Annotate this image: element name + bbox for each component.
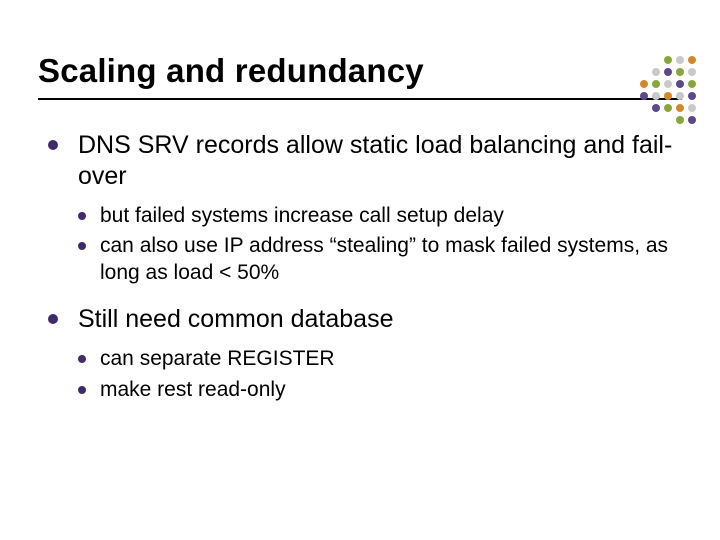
bullet-text: make rest read-only	[100, 378, 286, 401]
dot-icon	[688, 80, 696, 88]
bullet-icon	[48, 140, 58, 150]
dot-icon	[652, 104, 660, 112]
dot-icon	[676, 56, 684, 64]
bullet-level1: Still need common database	[48, 304, 678, 335]
bullet-icon	[78, 212, 86, 220]
dot-icon	[676, 80, 684, 88]
bullet-text: but failed systems increase call setup d…	[100, 204, 504, 227]
dot-icon	[652, 68, 660, 76]
bullet-text: can also use IP address “stealing” to ma…	[100, 234, 668, 283]
slide: Scaling and redundancy	[0, 0, 720, 540]
dot-icon	[664, 56, 672, 64]
dot-icon	[676, 92, 684, 100]
dot-icon	[664, 92, 672, 100]
dot-icon	[676, 116, 684, 124]
bullet-level2: make rest read-only	[78, 377, 678, 403]
dot-icon	[652, 92, 660, 100]
dot-icon	[676, 68, 684, 76]
dot-icon	[688, 116, 696, 124]
bullet-level1: DNS SRV records allow static load balanc…	[48, 130, 678, 191]
bullet-icon	[48, 314, 58, 324]
dot-icon	[652, 80, 660, 88]
bullet-level2: but failed systems increase call setup d…	[78, 203, 678, 229]
title-underline	[38, 98, 682, 100]
slide-body: DNS SRV records allow static load balanc…	[48, 130, 678, 421]
dot-icon	[688, 92, 696, 100]
dot-icon	[640, 80, 648, 88]
dot-icon	[640, 92, 648, 100]
bullet-icon	[78, 242, 86, 250]
dot-icon	[688, 68, 696, 76]
bullet-text: Still need common database	[78, 305, 393, 333]
bullet-icon	[78, 386, 86, 394]
decorative-dot-grid	[604, 56, 700, 128]
sub-list: can separate REGISTER make rest read-onl…	[78, 346, 678, 403]
bullet-level2: can also use IP address “stealing” to ma…	[78, 233, 678, 286]
bullet-icon	[78, 355, 86, 363]
dot-icon	[664, 104, 672, 112]
dot-icon	[664, 80, 672, 88]
dot-icon	[664, 68, 672, 76]
bullet-text: can separate REGISTER	[100, 347, 335, 370]
dot-icon	[688, 104, 696, 112]
dot-icon	[676, 104, 684, 112]
dot-icon	[688, 56, 696, 64]
sub-list: but failed systems increase call setup d…	[78, 203, 678, 286]
slide-title: Scaling and redundancy	[38, 52, 424, 90]
bullet-level2: can separate REGISTER	[78, 346, 678, 372]
bullet-text: DNS SRV records allow static load balanc…	[78, 131, 672, 190]
